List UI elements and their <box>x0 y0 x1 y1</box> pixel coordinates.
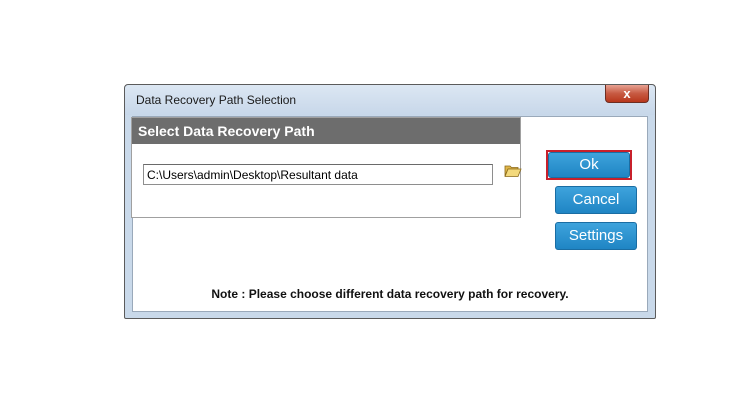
group-header: Select Data Recovery Path <box>132 118 520 144</box>
close-icon: x <box>623 86 631 101</box>
window-title: Data Recovery Path Selection <box>136 93 297 107</box>
note-text: Note : Please choose different data reco… <box>211 287 569 301</box>
folder-open-icon[interactable] <box>504 164 522 178</box>
close-button[interactable]: x <box>605 85 649 103</box>
settings-button[interactable]: Settings <box>555 222 637 250</box>
recovery-path-input[interactable] <box>143 164 493 185</box>
dialog-window: Data Recovery Path Selection x Select Da… <box>124 84 656 319</box>
title-bar[interactable]: Data Recovery Path Selection x <box>125 85 655 115</box>
recovery-path-group: Select Data Recovery Path <box>131 117 522 218</box>
ok-button[interactable]: Ok <box>548 152 630 178</box>
cancel-button[interactable]: Cancel <box>555 186 637 214</box>
